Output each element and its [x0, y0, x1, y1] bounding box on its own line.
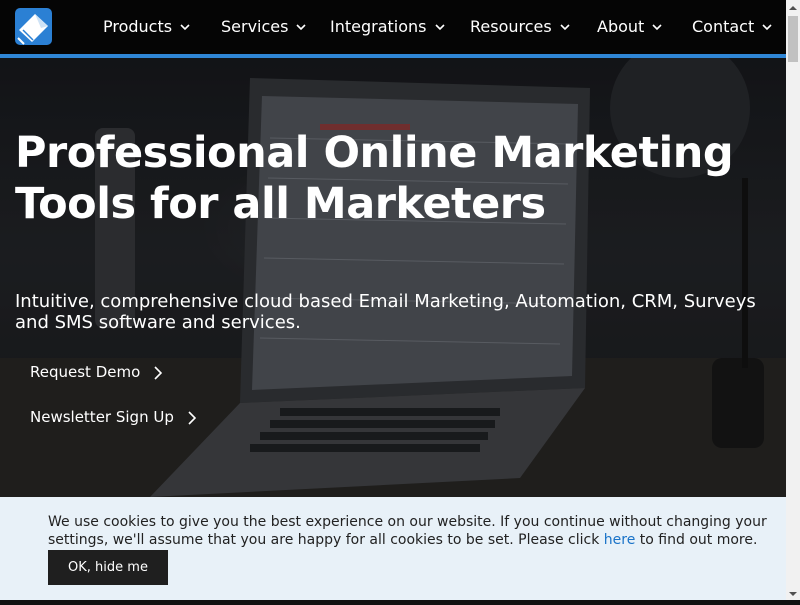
nav-services-label: Services	[221, 17, 289, 36]
request-demo-label: Request Demo	[30, 363, 141, 381]
scroll-down-arrow-icon[interactable]	[786, 586, 800, 600]
nav-integrations-label: Integrations	[330, 17, 427, 36]
cookie-more-info-link[interactable]: here	[604, 532, 636, 548]
hero-section: Professional Online Marketing Tools for …	[0, 58, 786, 497]
cookie-banner: We use cookies to give you the best expe…	[0, 497, 786, 600]
nav-products-label: Products	[103, 17, 173, 36]
hero-headline: Professional Online Marketing Tools for …	[15, 128, 734, 229]
scroll-up-arrow-icon[interactable]	[786, 0, 800, 14]
hero-overlay	[0, 58, 786, 497]
newsletter-signup-link[interactable]: Newsletter Sign Up	[30, 407, 196, 427]
nav-contact-label: Contact	[692, 17, 755, 36]
request-demo-link[interactable]: Request Demo	[30, 362, 163, 382]
chevron-down-icon	[434, 24, 445, 31]
top-navigation: Products Services Integrations Resources…	[0, 0, 786, 58]
nav-integrations[interactable]: Integrations	[330, 0, 445, 54]
chevron-down-icon	[560, 24, 570, 31]
chevron-right-icon	[188, 410, 196, 425]
chevron-down-icon	[296, 24, 307, 31]
nav-services[interactable]: Services	[221, 0, 307, 54]
nav-products[interactable]: Products	[103, 0, 190, 54]
nav-resources-label: Resources	[470, 17, 552, 36]
hero-subline: Intuitive, comprehensive cloud based Ema…	[15, 291, 756, 333]
cookie-dismiss-button[interactable]: OK, hide me	[48, 550, 168, 585]
chevron-down-icon	[762, 24, 772, 31]
envelope-logo-icon[interactable]	[15, 8, 52, 45]
newsletter-signup-label: Newsletter Sign Up	[30, 408, 174, 426]
chevron-down-icon	[180, 24, 190, 31]
chevron-down-icon	[652, 24, 662, 31]
nav-about[interactable]: About	[597, 0, 662, 54]
cookie-message: We use cookies to give you the best expe…	[48, 513, 768, 549]
nav-contact[interactable]: Contact	[692, 0, 772, 54]
scrollbar-thumb[interactable]	[788, 16, 798, 62]
nav-about-label: About	[597, 17, 645, 36]
page-scrollbar[interactable]	[786, 0, 800, 600]
cookie-text-after: to find out more.	[639, 532, 758, 548]
chevron-right-icon	[154, 365, 163, 380]
nav-resources[interactable]: Resources	[470, 0, 570, 54]
